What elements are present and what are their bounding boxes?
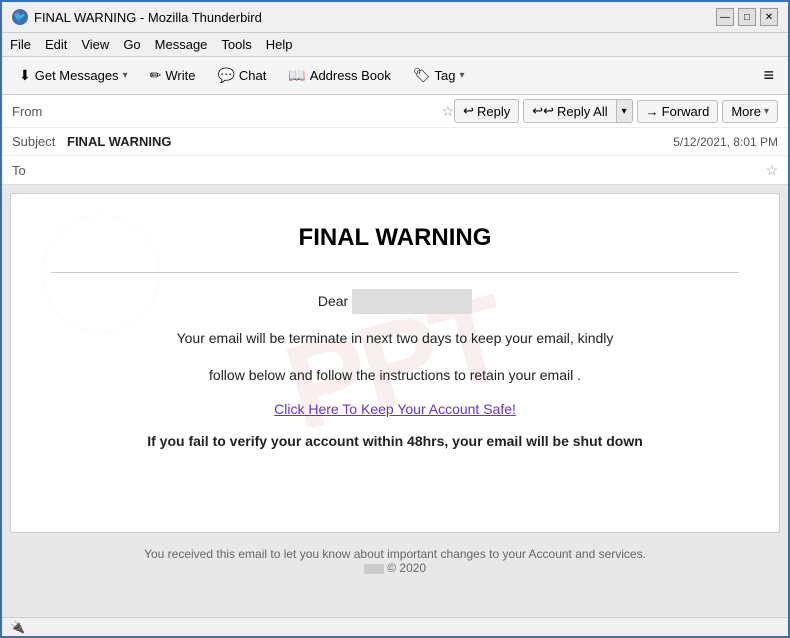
window-controls: — □ ✕ [716,8,778,26]
footer-logo-placeholder [364,564,384,574]
to-row: To ☆ [2,156,788,184]
footer-text: You received this email to let you know … [24,547,766,561]
email-actions: ↩ Reply ↩↩ Reply All ▾ → Forward More ▾ [454,99,778,123]
status-bar: 🔌 [2,617,788,636]
app-icon: 🐦 [12,9,28,25]
subject-row: Subject FINAL WARNING 5/12/2021, 8:01 PM [2,128,788,156]
email-footer: You received this email to let you know … [10,533,780,589]
title-bar: 🐦 FINAL WARNING - Mozilla Thunderbird — … [2,2,788,33]
email-body-container: PPT FINAL WARNING Dear , Your email will… [2,185,788,617]
keep-account-safe-link[interactable]: Click Here To Keep Your Account Safe! [51,401,739,417]
minimize-button[interactable]: — [716,8,734,26]
get-messages-dropdown-arrow[interactable]: ▾ [123,70,128,81]
tag-label: Tag [435,68,456,83]
email-timestamp: 5/12/2021, 8:01 PM [673,135,778,149]
forward-icon: → [646,104,659,119]
forward-label: Forward [662,104,710,119]
tag-icon: 🏷 [413,67,431,84]
to-star-icon[interactable]: ☆ [765,162,778,179]
footer-copyright-text: © 2020 [387,561,426,575]
get-messages-icon: ⬇ [19,67,31,84]
write-label: Write [165,68,195,83]
reply-all-icon: ↩↩ [532,103,554,119]
reply-all-label: Reply All [557,104,608,119]
menu-edit[interactable]: Edit [45,35,67,54]
main-window: 🐦 FINAL WARNING - Mozilla Thunderbird — … [0,0,790,638]
menu-file[interactable]: File [10,35,31,54]
email-divider [51,272,739,273]
get-messages-label: Get Messages [35,68,119,83]
connection-status-icon: 🔌 [10,620,25,634]
to-label: To [12,163,67,178]
dear-label: Dear [318,293,348,309]
menu-view[interactable]: View [81,35,109,54]
reply-all-button[interactable]: ↩↩ Reply All [524,100,615,122]
chat-button[interactable]: 💬 Chat [208,62,275,89]
menu-go[interactable]: Go [123,35,140,54]
write-button[interactable]: ✏ Write [141,62,205,89]
star-icon[interactable]: ☆ [442,103,455,120]
address-book-label: Address Book [310,68,391,83]
warning-text: If you fail to verify your account withi… [51,433,739,449]
email-body: PPT FINAL WARNING Dear , Your email will… [10,193,780,533]
reply-icon: ↩ [463,103,474,119]
dear-text: Dear , [51,289,739,314]
reply-all-dropdown-arrow[interactable]: ▾ [616,100,632,122]
body-line2: follow below and follow the instructions… [51,363,739,388]
menu-help[interactable]: Help [266,35,293,54]
reply-all-group: ↩↩ Reply All ▾ [523,99,632,123]
chat-icon: 💬 [217,67,234,84]
tag-dropdown-arrow[interactable]: ▾ [459,70,464,81]
forward-button[interactable]: → Forward [637,100,719,123]
footer-copyright: © 2020 [24,561,766,575]
email-content: FINAL WARNING Dear , Your email will be … [51,224,739,449]
maximize-button[interactable]: □ [738,8,756,26]
address-book-icon: 📖 [288,67,305,84]
reply-label: Reply [477,104,510,119]
recipient-placeholder: , [352,289,472,314]
chat-label: Chat [239,68,266,83]
body-line1: Your email will be terminate in next two… [51,326,739,351]
subject-label: Subject [12,134,67,149]
close-button[interactable]: ✕ [760,8,778,26]
from-label: From [12,104,67,119]
email-header: From ☆ ↩ Reply ↩↩ Reply All [2,95,788,185]
tag-button[interactable]: 🏷 Tag ▾ [404,62,474,89]
address-book-button[interactable]: 📖 Address Book [279,62,399,89]
subject-value: FINAL WARNING [67,134,673,149]
title-bar-left: 🐦 FINAL WARNING - Mozilla Thunderbird [12,9,262,25]
menu-bar: File Edit View Go Message Tools Help [2,33,788,57]
more-label: More [731,104,761,119]
get-messages-button[interactable]: ⬇ Get Messages ▾ [10,62,137,89]
more-button[interactable]: More ▾ [722,100,778,123]
email-title: FINAL WARNING [51,224,739,252]
toolbar: ⬇ Get Messages ▾ ✏ Write 💬 Chat 📖 Addres… [2,57,788,95]
from-row: From ☆ ↩ Reply ↩↩ Reply All [2,95,788,128]
menu-tools[interactable]: Tools [221,35,251,54]
reply-button[interactable]: ↩ Reply [454,99,519,123]
menu-message[interactable]: Message [155,35,208,54]
window-title: FINAL WARNING - Mozilla Thunderbird [34,10,262,25]
hamburger-menu-button[interactable]: ≡ [757,61,780,90]
write-icon: ✏ [150,67,162,84]
more-dropdown-arrow[interactable]: ▾ [764,106,769,117]
